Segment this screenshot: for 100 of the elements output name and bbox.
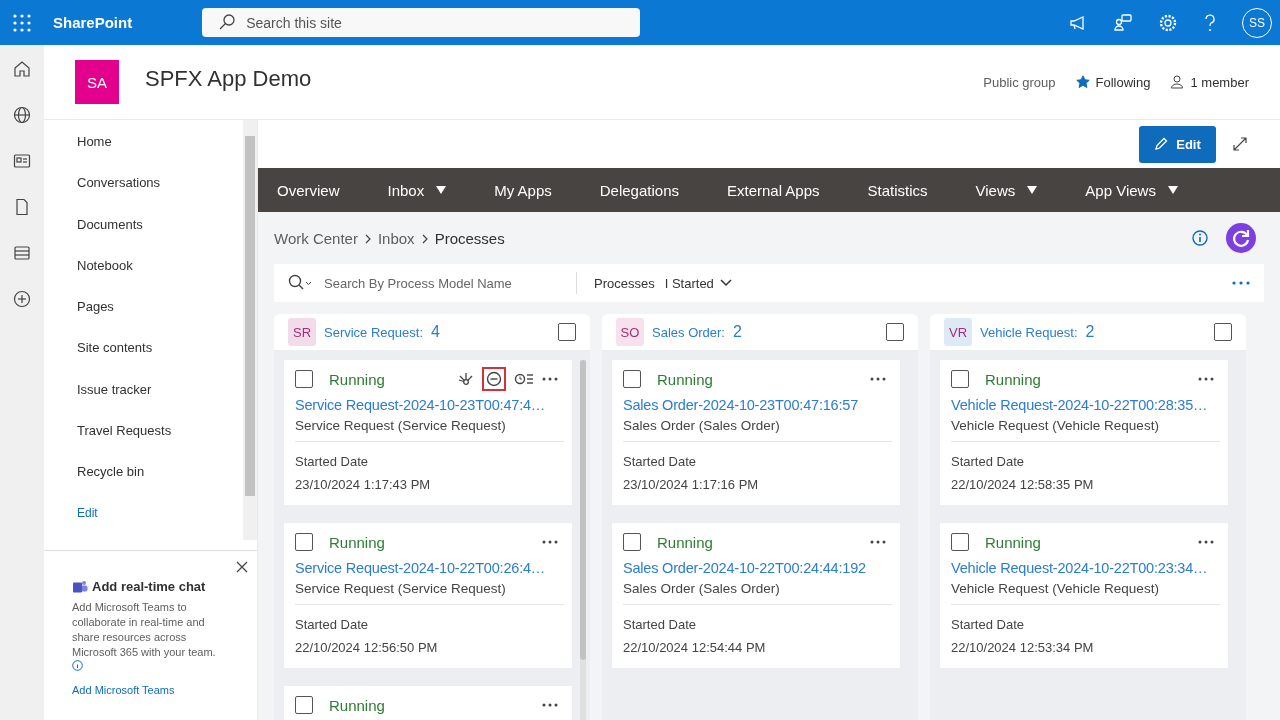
- process-title-link[interactable]: Vehicle Request-2024-10-22T00:28:35…: [951, 397, 1220, 413]
- caret-icon[interactable]: [436, 186, 447, 194]
- nav-tab[interactable]: My Apps: [494, 181, 552, 199]
- add-icon[interactable]: [13, 290, 31, 308]
- process-type: Vehicle Request (Vehicle Request): [951, 418, 1160, 433]
- site-title: SPFX App Demo: [145, 66, 312, 92]
- nav-tab[interactable]: Delegations: [599, 181, 679, 199]
- chat-icon[interactable]: [1113, 12, 1133, 33]
- checkbox[interactable]: [1214, 323, 1232, 341]
- teams-link[interactable]: Add Microsoft Teams: [72, 684, 243, 696]
- list-icon[interactable]: [13, 244, 31, 262]
- person-icon: [1170, 75, 1185, 89]
- process-card[interactable]: Running Service Request-2024-10-22T00:26:4… Service Request (Service Request) Started Date 22/10/2024 12:56:50 PM: [284, 523, 572, 668]
- nav-tab[interactable]: Statistics: [867, 181, 928, 199]
- search-field[interactable]: Search By Process Model Name: [288, 272, 577, 294]
- edit-button[interactable]: Edit: [1139, 125, 1216, 163]
- nav-item[interactable]: Pages: [77, 295, 114, 319]
- breadcrumb-item[interactable]: Processes: [434, 229, 505, 247]
- process-title-link[interactable]: Vehicle Request-2024-10-22T00:23:34…: [951, 560, 1220, 576]
- nav-tab[interactable]: App Views: [1085, 181, 1178, 199]
- checkbox[interactable]: [886, 323, 904, 341]
- date-label: Started Date: [295, 454, 369, 469]
- status-label: Running: [329, 370, 385, 388]
- process-type: Vehicle Request (Vehicle Request): [951, 581, 1160, 596]
- column-count: 2: [733, 323, 742, 341]
- more-icon[interactable]: [542, 540, 558, 544]
- more-icon[interactable]: [1232, 281, 1250, 285]
- panel-text: Add Microsoft Teams to collaborate in real-time and share resources across Microsoft 365 with your team.: [72, 600, 222, 675]
- edit-link[interactable]: Edit: [77, 501, 98, 525]
- filter-dropdown[interactable]: Processes I Started: [594, 275, 732, 291]
- panel-title: Add real-time chat: [92, 579, 206, 594]
- checkbox[interactable]: [951, 370, 969, 388]
- breadcrumb-item[interactable]: Inbox: [377, 229, 415, 247]
- nav-item[interactable]: Documents: [77, 212, 143, 236]
- checkbox[interactable]: [623, 370, 641, 388]
- nav-item[interactable]: Recycle bin: [77, 460, 145, 484]
- info-icon[interactable]: [72, 660, 83, 671]
- scrollbar[interactable]: [243, 120, 257, 540]
- help-icon[interactable]: [1203, 12, 1217, 33]
- status-label: Running: [657, 533, 713, 551]
- info-icon[interactable]: [1192, 230, 1208, 246]
- checkbox[interactable]: [623, 533, 641, 551]
- status-label: Running: [329, 696, 385, 714]
- checkbox[interactable]: [295, 696, 313, 714]
- process-title-link[interactable]: Service Request-2024-10-23T00:47:4…: [295, 397, 564, 413]
- nav-tab[interactable]: Overview: [277, 181, 340, 199]
- process-card[interactable]: Running: [284, 686, 572, 720]
- checkbox[interactable]: [295, 370, 313, 388]
- nav-item[interactable]: Notebook: [77, 253, 133, 277]
- follow-button[interactable]: Following: [1075, 74, 1151, 90]
- pencil-icon: [1154, 137, 1169, 151]
- caret-icon[interactable]: [1167, 186, 1178, 194]
- refresh-icon[interactable]: [1226, 223, 1256, 253]
- more-icon[interactable]: [542, 377, 558, 381]
- more-icon[interactable]: [1198, 540, 1214, 544]
- teams-icon: [72, 579, 88, 594]
- process-type: Service Request (Service Request): [295, 418, 507, 433]
- process-card[interactable]: Running Vehicle Request-2024-10-22T00:23:34… Vehicle Request (Vehicle Request) Started Date 22/10/2024 12:53:34 PM: [940, 523, 1228, 668]
- process-title-link[interactable]: Sales Order-2024-10-23T00:47:16:57: [623, 397, 892, 413]
- close-icon[interactable]: [236, 561, 248, 573]
- nav-item[interactable]: Home: [77, 130, 112, 153]
- process-title-link[interactable]: Sales Order-2024-10-22T00:24:44:192: [623, 560, 892, 576]
- column-title: Vehicle Request:: [980, 324, 1078, 340]
- news-icon[interactable]: [13, 152, 31, 170]
- more-icon[interactable]: [542, 703, 558, 707]
- members-button[interactable]: 1 member: [1170, 74, 1249, 90]
- started-date: 22/10/2024 12:56:50 PM: [295, 640, 439, 655]
- process-card[interactable]: Running Sales Order-2024-10-22T00:24:44:192 Sales Order (Sales Order) Started Date 22/10/2024 12:54:44 PM: [612, 523, 900, 668]
- nav-item[interactable]: Travel Requests: [77, 419, 172, 443]
- process-card[interactable]: Running Vehicle Request-2024-10-22T00:28:35… Vehicle Request (Vehicle Request) Started Date 22/10/2024 12:58:35 PM: [940, 360, 1228, 505]
- process-type: Service Request (Service Request): [295, 581, 507, 596]
- app-name[interactable]: SharePoint: [53, 14, 133, 31]
- site-logo: SA: [75, 60, 119, 104]
- caret-icon[interactable]: [1027, 186, 1038, 194]
- document-icon[interactable]: [13, 198, 31, 216]
- nav-tab[interactable]: Inbox: [387, 181, 447, 199]
- app-launcher-icon[interactable]: [13, 13, 31, 32]
- process-card[interactable]: Running Service Request-2024-10-23T00:47:4… Service Request (Service Request) Started Date 23/10/2024 1:17:43 PM: [284, 360, 572, 505]
- more-icon[interactable]: [870, 540, 886, 544]
- home-icon[interactable]: [13, 60, 31, 78]
- scrollbar[interactable]: [580, 360, 586, 720]
- expand-icon[interactable]: [1232, 136, 1248, 152]
- checkbox[interactable]: [951, 533, 969, 551]
- nav-tab[interactable]: External Apps: [726, 181, 820, 199]
- search-field[interactable]: Search this site: [202, 8, 641, 37]
- settings-icon[interactable]: [1158, 12, 1178, 33]
- more-icon[interactable]: [1198, 377, 1214, 381]
- checkbox[interactable]: [558, 323, 576, 341]
- nav-tab[interactable]: Views: [975, 181, 1038, 199]
- process-card[interactable]: Running Sales Order-2024-10-23T00:47:16:57 Sales Order (Sales Order) Started Date 23/10/2024 1:17:16 PM: [612, 360, 900, 505]
- process-type: Sales Order (Sales Order): [623, 418, 781, 433]
- process-title-link[interactable]: Service Request-2024-10-22T00:26:4…: [295, 560, 564, 576]
- more-icon[interactable]: [870, 377, 886, 381]
- started-date: 22/10/2024 12:58:35 PM: [951, 477, 1095, 492]
- nav-item[interactable]: Site contents: [77, 336, 153, 360]
- nav-item[interactable]: Conversations: [77, 171, 161, 195]
- breadcrumb-item[interactable]: Work Center: [274, 229, 358, 247]
- checkbox[interactable]: [295, 533, 313, 551]
- globe-icon[interactable]: [13, 106, 31, 124]
- nav-item[interactable]: Issue tracker: [77, 377, 152, 401]
